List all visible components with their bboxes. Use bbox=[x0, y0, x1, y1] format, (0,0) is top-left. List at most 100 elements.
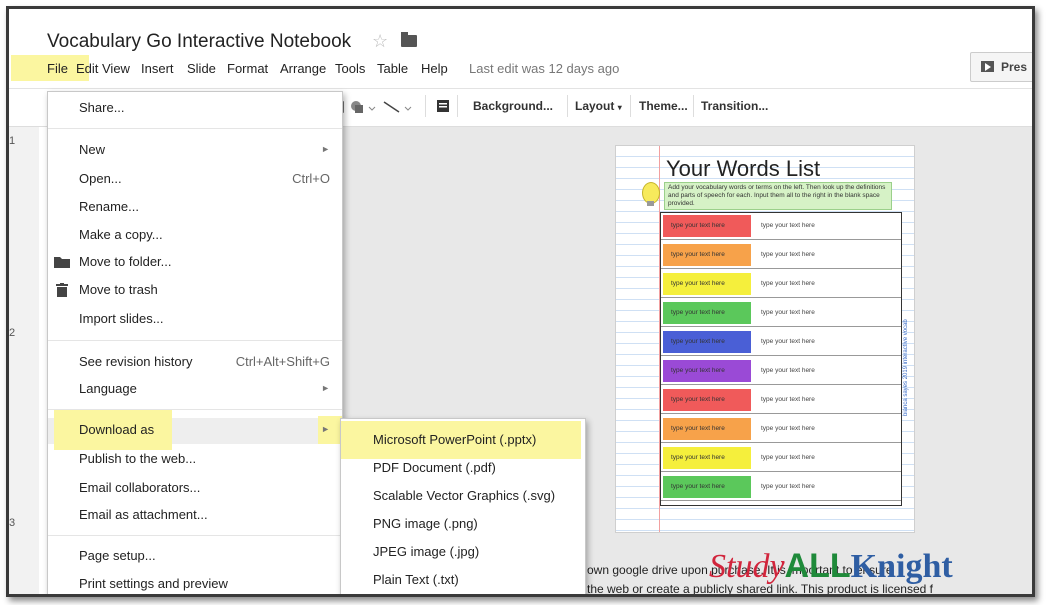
word-tab[interactable]: type your text here bbox=[663, 331, 751, 353]
submenu-item-pptx[interactable]: Microsoft PowerPoint (.pptx) bbox=[341, 427, 585, 453]
menu-item-move-trash[interactable]: Move to trash bbox=[48, 278, 342, 304]
menu-item-import-slides[interactable]: Import slides... bbox=[48, 307, 342, 333]
definition-cell[interactable]: type your text here bbox=[761, 329, 815, 355]
menu-item-email-collaborators[interactable]: Email collaborators... bbox=[48, 476, 342, 502]
definition-cell[interactable]: type your text here bbox=[761, 387, 815, 413]
definition-cell[interactable]: type your text here bbox=[761, 474, 815, 500]
document-title[interactable]: Vocabulary Go Interactive Notebook bbox=[47, 31, 351, 53]
chevron-down-icon: ▾ bbox=[617, 103, 622, 112]
table-row: type your text here type your text here bbox=[661, 445, 901, 472]
slide-instructions[interactable]: Add your vocabulary words or terms on th… bbox=[664, 182, 892, 210]
slide-number: 2 bbox=[9, 327, 16, 339]
toolbar-separator bbox=[567, 95, 568, 117]
arrow-right-icon: ► bbox=[321, 383, 330, 393]
definition-cell[interactable]: type your text here bbox=[761, 358, 815, 384]
definition-cell[interactable]: type your text here bbox=[761, 213, 815, 239]
transition-button[interactable]: Transition... bbox=[701, 99, 768, 113]
submenu-item-pdf[interactable]: PDF Document (.pdf) bbox=[341, 455, 585, 481]
lightbulb-icon bbox=[642, 182, 660, 206]
word-tab[interactable]: type your text here bbox=[663, 360, 751, 382]
toolbar-separator bbox=[425, 95, 426, 117]
menu-item-label: Publish to the web... bbox=[79, 451, 197, 466]
background-button[interactable]: Background... bbox=[473, 99, 553, 113]
comment-icon[interactable] bbox=[435, 98, 451, 114]
table-row: type your text here type your text here bbox=[661, 300, 901, 327]
theme-button[interactable]: Theme... bbox=[639, 99, 688, 113]
menu-item-move-folder[interactable]: Move to folder... bbox=[48, 250, 342, 276]
divider bbox=[9, 88, 1032, 89]
file-menu: Share... New ► Open... Ctrl+O Rename... Ma… bbox=[47, 91, 343, 594]
menu-tools[interactable]: Tools bbox=[335, 61, 365, 76]
arrow-right-icon: ► bbox=[321, 144, 330, 154]
layout-button[interactable]: Layout ▾ bbox=[575, 99, 622, 113]
menu-item-email-attachment[interactable]: Email as attachment... bbox=[48, 503, 342, 529]
brand-logo: StudyALLKnight bbox=[709, 547, 953, 586]
menu-item-label: Language bbox=[79, 381, 137, 396]
submenu-item-png[interactable]: PNG image (.png) bbox=[341, 511, 585, 537]
menu-edit[interactable]: Edit bbox=[76, 61, 98, 76]
submenu-item-svg[interactable]: Scalable Vector Graphics (.svg) bbox=[341, 483, 585, 509]
menu-help[interactable]: Help bbox=[421, 61, 448, 76]
submenu-item-label: PNG image (.png) bbox=[373, 516, 478, 531]
submenu-item-label: Microsoft PowerPoint (.pptx) bbox=[373, 432, 537, 447]
definition-cell[interactable]: type your text here bbox=[761, 416, 815, 442]
definition-cell[interactable]: type your text here bbox=[761, 300, 815, 326]
menu-item-label: Share... bbox=[79, 100, 125, 115]
menu-item-revision-history[interactable]: See revision history Ctrl+Alt+Shift+G bbox=[48, 350, 342, 376]
word-tab[interactable]: type your text here bbox=[663, 273, 751, 295]
menu-item-language[interactable]: Language ► bbox=[48, 377, 342, 403]
menu-view[interactable]: View bbox=[102, 61, 130, 76]
slide-heading[interactable]: Your Words List bbox=[666, 156, 820, 182]
table-row: type your text here type your text here bbox=[661, 474, 901, 501]
star-icon[interactable]: ☆ bbox=[372, 31, 388, 52]
definition-cell[interactable]: type your text here bbox=[761, 242, 815, 268]
menu-item-print-settings[interactable]: Print settings and preview bbox=[48, 572, 342, 594]
word-tab[interactable]: type your text here bbox=[663, 447, 751, 469]
arrow-right-icon: ► bbox=[321, 424, 330, 434]
menu-separator bbox=[48, 535, 342, 536]
table-row: type your text here type your text here bbox=[661, 387, 901, 414]
shape-tools-icon[interactable] bbox=[329, 99, 429, 115]
menu-separator bbox=[48, 340, 342, 341]
present-button[interactable]: Pres bbox=[970, 52, 1032, 82]
menu-item-make-copy[interactable]: Make a copy... bbox=[48, 223, 342, 249]
menu-arrange[interactable]: Arrange bbox=[280, 61, 326, 76]
submenu-item-txt[interactable]: Plain Text (.txt) bbox=[341, 567, 585, 593]
menu-item-open[interactable]: Open... Ctrl+O bbox=[48, 167, 342, 193]
folder-icon[interactable] bbox=[401, 32, 417, 47]
menu-format[interactable]: Format bbox=[227, 61, 268, 76]
last-edit-status[interactable]: Last edit was 12 days ago bbox=[469, 61, 619, 76]
menu-item-new[interactable]: New ► bbox=[48, 138, 342, 164]
word-tab[interactable]: type your text here bbox=[663, 244, 751, 266]
slide-preview[interactable]: Your Words List Add your vocabulary word… bbox=[615, 145, 915, 533]
menu-item-label: Download as bbox=[79, 422, 155, 437]
menu-slide[interactable]: Slide bbox=[187, 61, 216, 76]
word-tab[interactable]: type your text here bbox=[663, 389, 751, 411]
menu-item-label: Make a copy... bbox=[79, 227, 163, 242]
word-tab[interactable]: type your text here bbox=[663, 418, 751, 440]
slide-filmstrip[interactable]: 1 2 3 bbox=[9, 127, 39, 594]
menu-item-publish[interactable]: Publish to the web... bbox=[48, 447, 342, 473]
menu-item-rename[interactable]: Rename... bbox=[48, 195, 342, 221]
menu-insert[interactable]: Insert bbox=[141, 61, 174, 76]
table-row: type your text here type your text here bbox=[661, 242, 901, 269]
table-row: type your text here type your text here bbox=[661, 213, 901, 240]
menu-item-label: Email collaborators... bbox=[79, 480, 201, 495]
brand-part: ALL bbox=[784, 547, 851, 585]
menu-item-share[interactable]: Share... bbox=[48, 96, 342, 122]
submenu-item-jpg[interactable]: JPEG image (.jpg) bbox=[341, 539, 585, 565]
menu-item-page-setup[interactable]: Page setup... bbox=[48, 544, 342, 570]
word-tab[interactable]: type your text here bbox=[663, 476, 751, 498]
definition-cell[interactable]: type your text here bbox=[761, 445, 815, 471]
submenu-item-label: JPEG image (.jpg) bbox=[373, 544, 480, 559]
definition-cell[interactable]: type your text here bbox=[761, 271, 815, 297]
word-tab[interactable]: type your text here bbox=[663, 215, 751, 237]
menu-table[interactable]: Table bbox=[377, 61, 408, 76]
table-row: type your text here type your text here bbox=[661, 358, 901, 385]
table-row: type your text here type your text here bbox=[661, 329, 901, 356]
menu-item-download-as[interactable]: Download as ► bbox=[48, 410, 342, 450]
word-tab[interactable]: type your text here bbox=[663, 302, 751, 324]
app-window: Vocabulary Go Interactive Notebook ☆ Fil… bbox=[6, 6, 1035, 597]
menu-file[interactable]: File bbox=[47, 61, 68, 76]
words-table: type your text here type your text here ty… bbox=[660, 212, 902, 506]
